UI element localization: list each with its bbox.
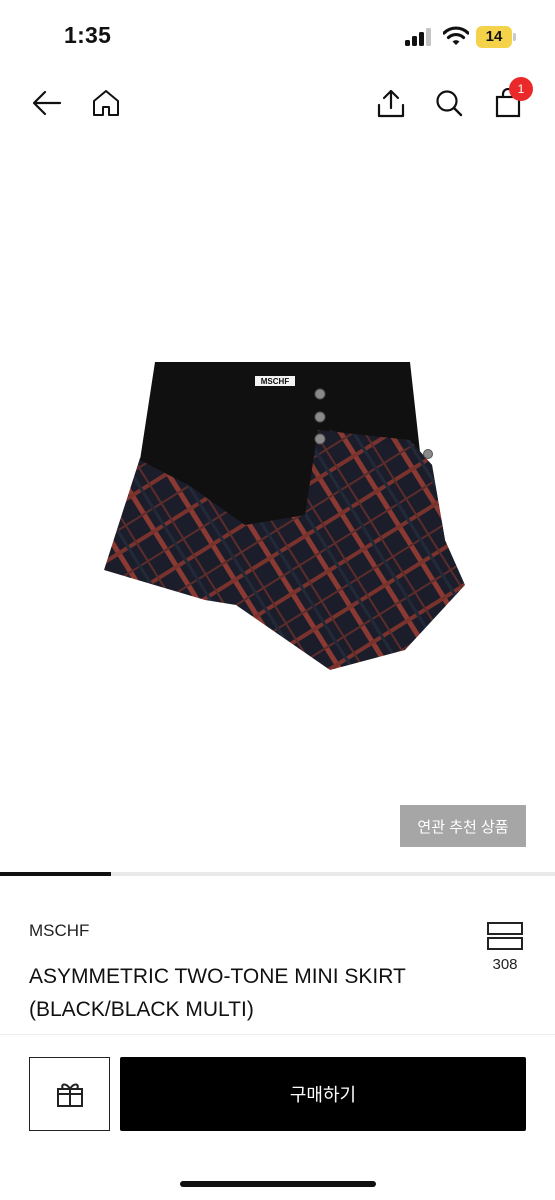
home-icon bbox=[93, 90, 119, 116]
gift-button[interactable] bbox=[29, 1057, 110, 1131]
status-bar: 1:35 14 bbox=[0, 0, 555, 72]
gallery-progress-track bbox=[0, 872, 555, 876]
share-button[interactable] bbox=[369, 78, 413, 128]
related-products-button[interactable]: 연관 추천 상품 bbox=[400, 805, 526, 847]
brand-name[interactable]: MSCHF bbox=[29, 921, 89, 941]
product-skirt-illustration: MSCHF bbox=[104, 362, 465, 670]
gallery-progress-indicator bbox=[0, 872, 111, 876]
wifi-icon bbox=[443, 26, 469, 45]
product-image[interactable]: MSCHF bbox=[0, 130, 555, 870]
bottom-action-bar: 구매하기 bbox=[0, 1034, 555, 1200]
skirt-logo-text: MSCHF bbox=[261, 377, 290, 386]
back-button[interactable] bbox=[25, 78, 69, 128]
cart-badge: 1 bbox=[509, 77, 533, 101]
nav-bar bbox=[0, 78, 555, 128]
wishlist-button[interactable]: 308 bbox=[482, 922, 528, 973]
likes-count: 308 bbox=[492, 956, 518, 973]
product-title: ASYMMETRIC TWO-TONE MINI SKIRT (BLACK/BL… bbox=[29, 965, 406, 1021]
home-indicator bbox=[180, 1181, 376, 1187]
share-icon bbox=[377, 89, 405, 118]
search-button[interactable] bbox=[427, 78, 471, 128]
battery-icon: 14 bbox=[476, 26, 516, 48]
signal-icon bbox=[405, 28, 431, 46]
layers-icon bbox=[487, 922, 523, 950]
back-arrow-icon bbox=[32, 90, 62, 116]
battery-tip bbox=[513, 33, 516, 41]
home-button[interactable] bbox=[84, 78, 128, 128]
status-time: 1:35 bbox=[64, 22, 112, 48]
battery-level-text: 14 bbox=[485, 28, 503, 45]
search-icon bbox=[436, 90, 463, 117]
buy-button[interactable]: 구매하기 bbox=[120, 1057, 526, 1131]
gift-icon bbox=[56, 1083, 83, 1107]
